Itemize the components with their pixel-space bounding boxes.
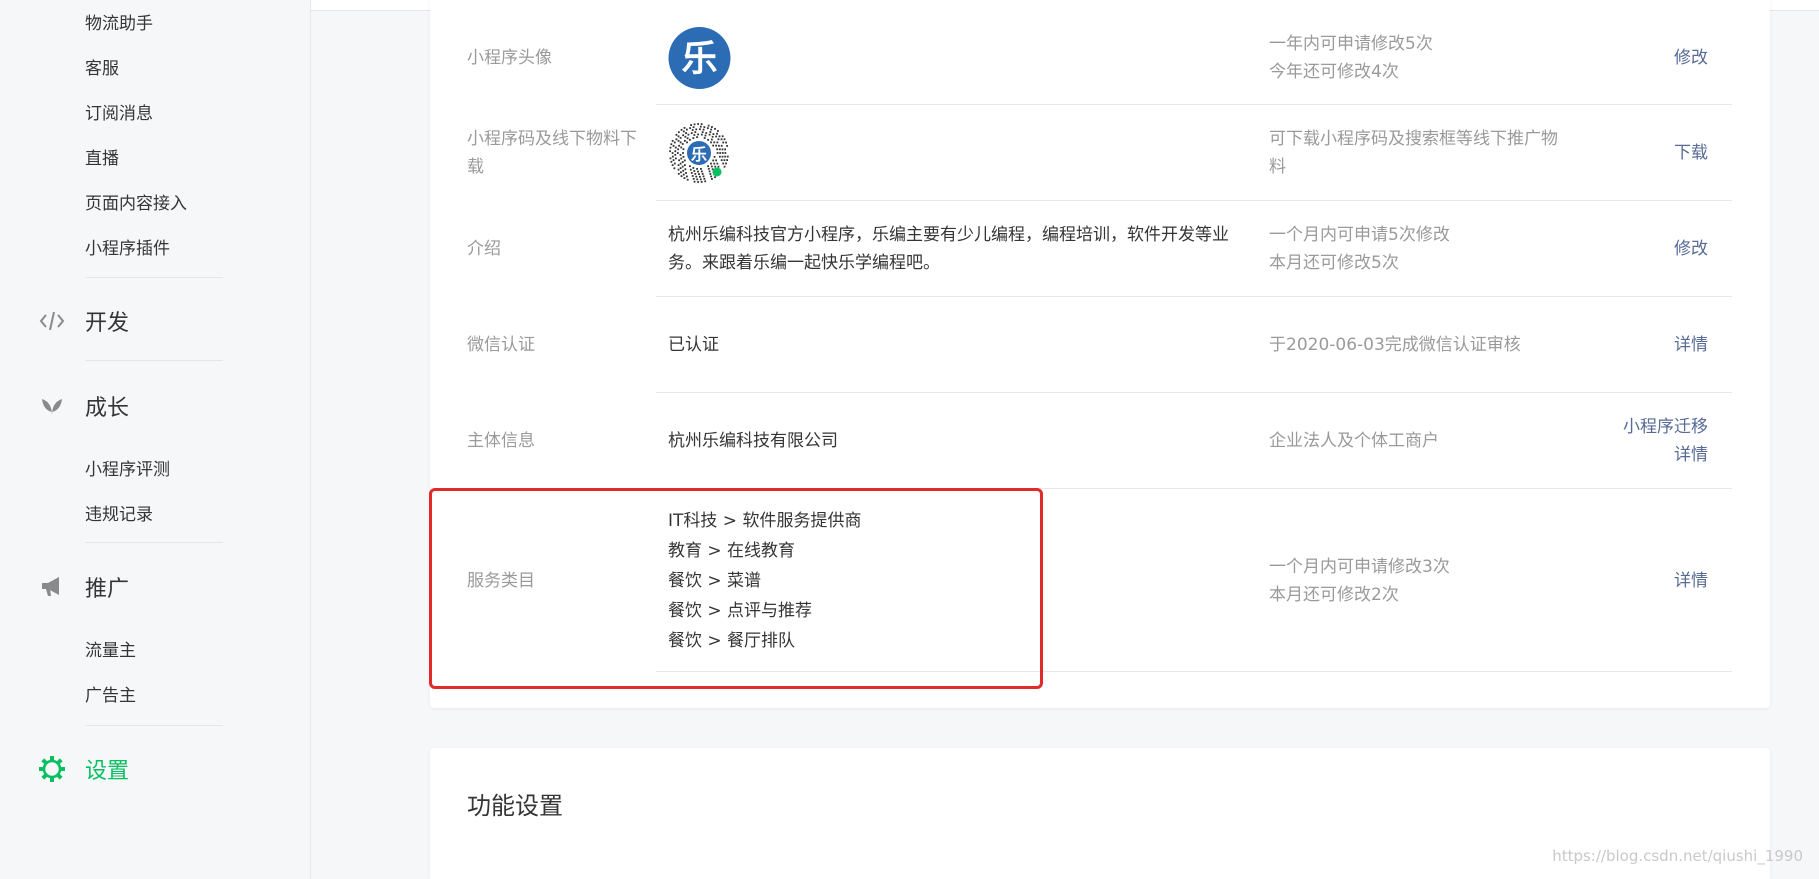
download-code-link[interactable]: 下载	[1674, 139, 1708, 167]
row-description-line: 一个月内可申请5次修改	[1269, 225, 1450, 245]
service-category-item: 餐饮 > 餐厅排队	[668, 630, 796, 651]
sidebar-item-page-content[interactable]: 页面内容接入	[85, 189, 187, 214]
info-row-avatar: 小程序头像 乐 一年内可申请修改5次 今年还可修改4次 修改	[430, 10, 1770, 105]
service-category-list: IT科技 > 软件服务提供商 教育 > 在线教育 餐饮 > 菜谱 餐饮 > 点评…	[668, 506, 1248, 656]
edit-avatar-link[interactable]: 修改	[1674, 44, 1708, 72]
row-label: 小程序码及线下物料下载	[467, 129, 637, 177]
auth-status: 已认证	[668, 335, 719, 355]
info-row-entity: 主体信息 杭州乐编科技有限公司 企业法人及个体工商户 小程序迁移 详情	[430, 393, 1770, 489]
row-label: 主体信息	[467, 431, 535, 451]
svg-text:乐: 乐	[681, 38, 717, 79]
row-label: 微信认证	[467, 335, 535, 355]
row-label: 小程序头像	[467, 47, 552, 68]
row-description: 企业法人及个体工商户	[1269, 431, 1439, 451]
intro-text: 杭州乐编科技官方小程序，乐编主要有少儿编程，编程培训，软件开发等业务。来跟着乐编…	[668, 225, 1229, 273]
row-description-line: 一年内可申请修改5次	[1269, 33, 1433, 54]
watermark: https://blog.csdn.net/qiushi_1990	[1552, 847, 1803, 865]
row-description-line: 本月还可修改2次	[1269, 584, 1399, 605]
service-category-item: 教育 > 在线教育	[668, 540, 796, 561]
service-details-link[interactable]: 详情	[1674, 567, 1708, 595]
sidebar-item-plugins[interactable]: 小程序插件	[85, 234, 170, 259]
info-row-intro: 介绍 杭州乐编科技官方小程序，乐编主要有少儿编程，编程培训，软件开发等业务。来跟…	[430, 201, 1770, 297]
sidebar-section-growth[interactable]: 成长	[38, 390, 129, 422]
sidebar-section-settings-label: 设置	[85, 759, 130, 784]
entity-name: 杭州乐编科技有限公司	[668, 431, 838, 451]
row-label: 服务类目	[467, 570, 535, 591]
svg-text:乐: 乐	[691, 145, 707, 164]
service-category-item: 餐饮 > 菜谱	[668, 570, 762, 591]
row-description: 于2020-06-03完成微信认证审核	[1269, 335, 1521, 355]
sidebar-item-traffic-owner[interactable]: 流量主	[85, 636, 136, 661]
sidebar-item-advertiser[interactable]: 广告主	[85, 681, 136, 706]
sidebar-section-promote[interactable]: 推广	[38, 571, 129, 603]
sidebar-item-live[interactable]: 直播	[85, 144, 119, 169]
sidebar-section-promote-label: 推广	[85, 577, 130, 602]
sidebar-section-dev[interactable]: 开发	[38, 305, 129, 337]
sidebar-divider	[85, 277, 223, 278]
sidebar-item-violation-records[interactable]: 违规记录	[85, 500, 153, 525]
sidebar-divider	[85, 725, 223, 726]
entity-details-link[interactable]: 详情	[1623, 441, 1708, 469]
code-icon	[38, 307, 66, 335]
gear-icon	[38, 755, 66, 783]
row-description-line: 今年还可修改4次	[1269, 61, 1399, 82]
megaphone-icon	[38, 573, 66, 601]
service-category-item: 餐饮 > 点评与推荐	[668, 600, 813, 621]
function-settings-title: 功能设置	[467, 792, 563, 820]
sidebar-section-dev-label: 开发	[85, 311, 130, 336]
service-category-item: IT科技 > 软件服务提供商	[668, 510, 862, 531]
row-description-line: 一个月内可申请修改3次	[1269, 556, 1450, 577]
mini-program-code-image: 乐	[668, 122, 730, 184]
sidebar-section-settings[interactable]: 设置	[38, 753, 129, 785]
sidebar-divider	[85, 542, 223, 543]
info-row-qrcode: 小程序码及线下物料下载 乐 可下载小程序码及搜索框等线下推广物料 下载	[430, 105, 1770, 201]
row-description: 一个月内可申请5次修改 本月还可修改5次	[1269, 221, 1569, 277]
sidebar-item-subscribe-messages[interactable]: 订阅消息	[85, 99, 153, 124]
sidebar: 物流助手 客服 订阅消息 直播 页面内容接入 小程序插件 开发 成长 小程序评测…	[0, 0, 311, 879]
row-description-line: 本月还可修改5次	[1269, 253, 1399, 273]
sprout-icon	[38, 392, 66, 420]
basic-info-card: 小程序头像 乐 一年内可申请修改5次 今年还可修改4次 修改 小程序码及线下物料…	[430, 0, 1770, 708]
auth-details-link[interactable]: 详情	[1674, 331, 1708, 359]
sidebar-item-evaluation[interactable]: 小程序评测	[85, 455, 170, 480]
mini-program-avatar: 乐	[668, 26, 731, 89]
info-row-wechat-auth: 微信认证 已认证 于2020-06-03完成微信认证审核 详情	[430, 297, 1770, 393]
row-description: 一个月内可申请修改3次 本月还可修改2次	[1269, 553, 1569, 609]
sidebar-divider	[85, 360, 223, 361]
row-label: 介绍	[467, 239, 501, 259]
migrate-link[interactable]: 小程序迁移	[1623, 413, 1708, 441]
row-divider	[656, 671, 1732, 672]
sidebar-section-growth-label: 成长	[85, 396, 130, 421]
info-row-service-categories: 服务类目 IT科技 > 软件服务提供商 教育 > 在线教育 餐饮 > 菜谱 餐饮…	[430, 489, 1770, 672]
sidebar-item-customer-service[interactable]: 客服	[85, 54, 119, 79]
sidebar-item-logistics-assistant[interactable]: 物流助手	[85, 9, 153, 34]
row-description: 一年内可申请修改5次 今年还可修改4次	[1269, 30, 1569, 86]
edit-intro-link[interactable]: 修改	[1674, 235, 1708, 263]
row-description: 可下载小程序码及搜索框等线下推广物料	[1269, 129, 1558, 177]
